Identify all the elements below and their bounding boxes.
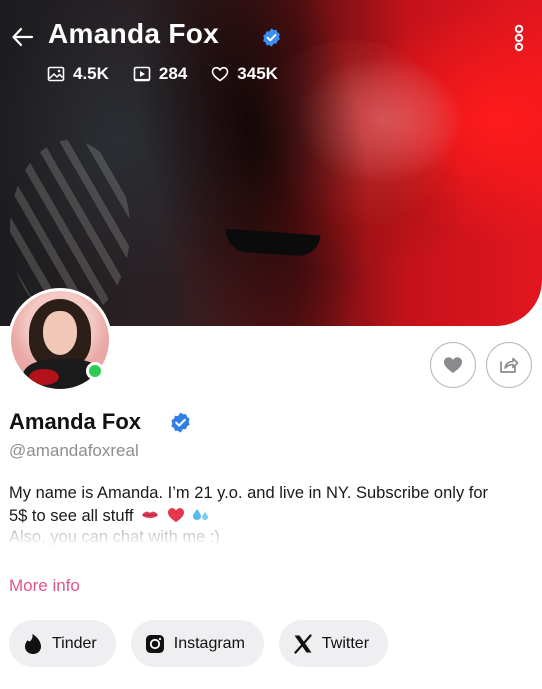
social-chip-label: Tinder	[52, 634, 97, 652]
red-heart-icon	[167, 507, 185, 523]
header-title: Amanda Fox	[48, 18, 220, 49]
verified-badge-icon	[261, 27, 282, 48]
verified-badge-icon	[169, 411, 192, 434]
social-chip-label: Twitter	[321, 634, 370, 652]
stat-likes: 345K	[211, 64, 278, 84]
stat-videos: 284	[133, 64, 187, 84]
image-icon	[47, 66, 65, 82]
sweat-droplets-icon	[192, 507, 210, 523]
kiss-lips-icon	[141, 507, 159, 523]
share-icon	[500, 357, 519, 373]
heart-outline-icon	[211, 66, 229, 82]
bio-line-3: Also, you can chat with me :)	[9, 528, 220, 546]
social-chip-tinder[interactable]: Tinder	[9, 620, 116, 667]
profile-handle: @amandafoxreal	[9, 441, 139, 460]
x-logo-icon	[294, 633, 312, 654]
like-button[interactable]	[430, 342, 476, 388]
social-links: Tinder Instagram Twitter	[9, 620, 403, 667]
back-arrow-icon[interactable]	[10, 24, 36, 50]
bio-line-2: 5$ to see all stuff	[9, 505, 534, 528]
share-button[interactable]	[486, 342, 532, 388]
bio-line-1: My name is Amanda. I’m 21 y.o. and live …	[9, 484, 489, 502]
social-chip-twitter[interactable]: Twitter	[278, 620, 389, 667]
online-status-dot	[86, 362, 104, 380]
video-icon	[133, 66, 151, 82]
profile-bio: My name is Amanda. I’m 21 y.o. and live …	[9, 482, 534, 528]
stat-likes-count: 345K	[237, 64, 278, 83]
bio-line-2-text: 5$ to see all stuff	[9, 507, 134, 525]
more-options-icon[interactable]	[508, 24, 530, 52]
profile-name: Amanda Fox	[9, 409, 142, 434]
stat-videos-count: 284	[158, 64, 188, 83]
stat-photos-count: 4.5K	[73, 64, 109, 83]
instagram-icon	[145, 634, 164, 653]
stat-photos: 4.5K	[47, 64, 109, 84]
profile-stats: 4.5K 284 345K	[47, 64, 302, 84]
social-chip-instagram[interactable]: Instagram	[130, 620, 264, 667]
more-info-link[interactable]: More info	[9, 576, 80, 596]
heart-icon	[444, 357, 462, 373]
social-chip-label: Instagram	[173, 634, 245, 652]
tinder-flame-icon	[25, 633, 41, 654]
